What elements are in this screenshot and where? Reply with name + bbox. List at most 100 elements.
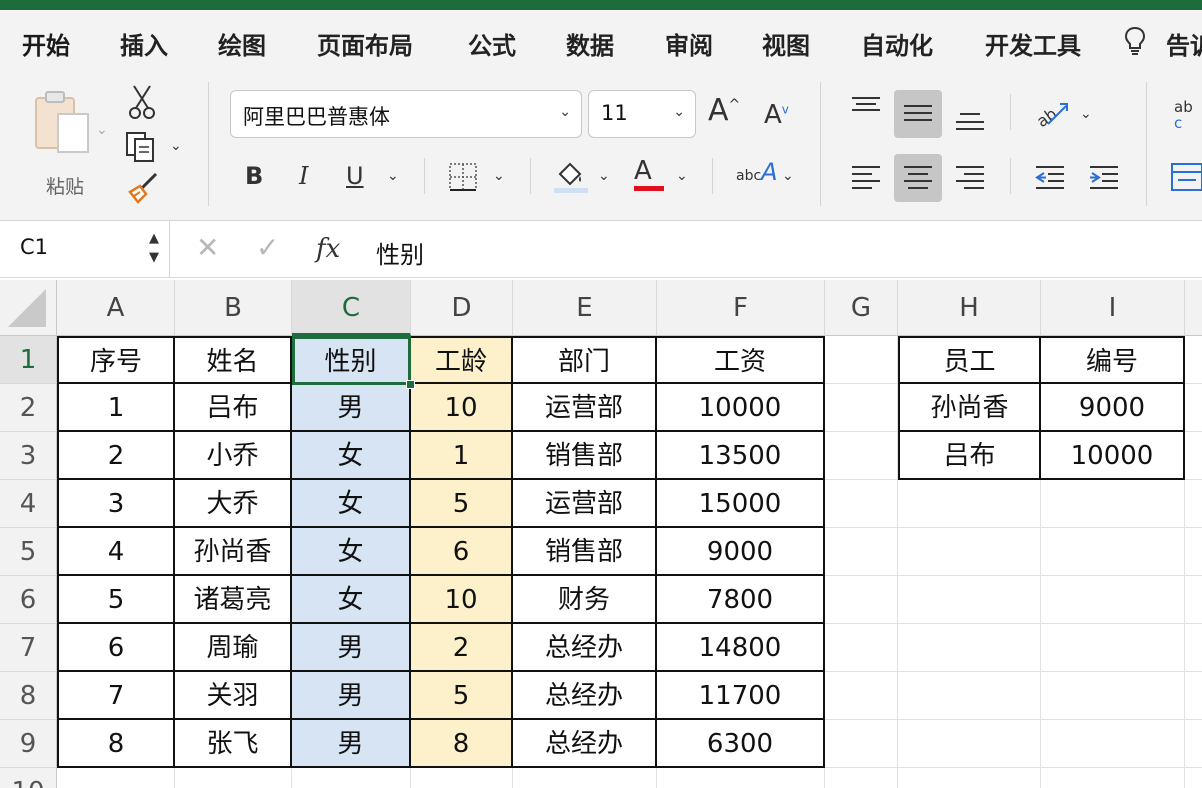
grid-cell[interactable] bbox=[1041, 720, 1185, 768]
table-cell[interactable]: 10 bbox=[411, 576, 513, 624]
grid-cell[interactable] bbox=[1185, 576, 1202, 624]
table-cell[interactable]: 10 bbox=[411, 384, 513, 432]
text-orientation-icon[interactable]: ab bbox=[1033, 96, 1072, 133]
grid-cell[interactable] bbox=[825, 480, 898, 528]
table-cell[interactable]: 6300 bbox=[657, 720, 825, 768]
cut-icon[interactable] bbox=[128, 84, 156, 123]
chevron-down-icon[interactable]: ⌄ bbox=[676, 168, 688, 184]
grid-cell[interactable] bbox=[1041, 672, 1185, 720]
row-header[interactable]: 6 bbox=[0, 576, 57, 624]
chevron-down-icon[interactable]: ⌄ bbox=[1080, 106, 1092, 122]
borders-icon[interactable] bbox=[448, 162, 478, 195]
grid-cell[interactable] bbox=[411, 768, 513, 788]
grid-cell[interactable] bbox=[1185, 336, 1202, 384]
row-header[interactable]: 2 bbox=[0, 384, 57, 432]
table-cell[interactable]: 总经办 bbox=[513, 624, 657, 672]
grid-cell[interactable] bbox=[1041, 480, 1185, 528]
table-header-cell[interactable]: 姓名 bbox=[175, 336, 292, 384]
table-header-cell[interactable]: 序号 bbox=[57, 336, 175, 384]
table-cell[interactable]: 4 bbox=[57, 528, 175, 576]
column-header[interactable]: D bbox=[411, 280, 513, 336]
table-header-cell[interactable]: 工龄 bbox=[411, 336, 513, 384]
table-cell[interactable]: 10000 bbox=[657, 384, 825, 432]
grid-cell[interactable] bbox=[898, 576, 1041, 624]
cancel-icon[interactable]: ✕ bbox=[196, 231, 219, 264]
table-cell[interactable]: 孙尚香 bbox=[175, 528, 292, 576]
table-cell[interactable]: 总经办 bbox=[513, 720, 657, 768]
wrap-text-icon[interactable]: ab c bbox=[1172, 98, 1202, 133]
table-cell[interactable]: 运营部 bbox=[513, 480, 657, 528]
grid-cell[interactable] bbox=[825, 528, 898, 576]
grid-cell[interactable] bbox=[825, 432, 898, 480]
align-top-icon[interactable] bbox=[850, 94, 882, 123]
table-header-cell[interactable]: 部门 bbox=[513, 336, 657, 384]
grid-cell[interactable] bbox=[57, 768, 175, 788]
merge-cells-icon[interactable] bbox=[1170, 162, 1202, 195]
table-cell[interactable]: 7800 bbox=[657, 576, 825, 624]
table-cell[interactable]: 5 bbox=[411, 480, 513, 528]
table-cell[interactable]: 6 bbox=[411, 528, 513, 576]
grid-cell[interactable] bbox=[175, 768, 292, 788]
tab-page-layout[interactable]: 页面布局 bbox=[317, 26, 413, 61]
column-header[interactable] bbox=[1185, 280, 1202, 336]
paste-button[interactable]: ⌄ 粘贴 bbox=[30, 86, 110, 198]
lookup-header-cell[interactable]: 员工 bbox=[898, 336, 1041, 384]
row-header[interactable]: 5 bbox=[0, 528, 57, 576]
table-cell[interactable]: 销售部 bbox=[513, 432, 657, 480]
table-cell[interactable]: 总经办 bbox=[513, 672, 657, 720]
chevron-down-icon[interactable]: ⌄ bbox=[170, 138, 182, 154]
row-header-selected[interactable]: 1 bbox=[0, 336, 57, 384]
font-size-select[interactable]: 11 ⌄ bbox=[588, 90, 696, 138]
align-left-icon[interactable] bbox=[850, 164, 882, 193]
name-box-stepper-icon[interactable]: ▲ ▼ bbox=[149, 229, 159, 267]
tab-review[interactable]: 审阅 bbox=[665, 26, 713, 61]
table-cell[interactable]: 周瑜 bbox=[175, 624, 292, 672]
increase-indent-icon[interactable] bbox=[1088, 164, 1120, 195]
grid-cell[interactable] bbox=[657, 768, 825, 788]
table-cell[interactable]: 14800 bbox=[657, 624, 825, 672]
grid-cell[interactable] bbox=[292, 768, 411, 788]
grid-cell[interactable] bbox=[898, 672, 1041, 720]
grid-cell[interactable] bbox=[898, 720, 1041, 768]
column-header[interactable]: F bbox=[657, 280, 825, 336]
grid-cell[interactable] bbox=[825, 768, 898, 788]
table-cell[interactable]: 5 bbox=[57, 576, 175, 624]
fill-color-icon[interactable] bbox=[554, 158, 588, 197]
tab-tell-me[interactable]: 告诉 bbox=[1166, 26, 1202, 61]
table-header-cell[interactable]: 工资 bbox=[657, 336, 825, 384]
font-name-select[interactable]: 阿里巴巴普惠体 ⌄ bbox=[230, 90, 582, 138]
format-painter-icon[interactable] bbox=[126, 170, 160, 209]
grid-cell[interactable] bbox=[1185, 720, 1202, 768]
grid-cell[interactable] bbox=[1185, 528, 1202, 576]
bold-icon[interactable]: B bbox=[245, 164, 263, 188]
tab-formulas[interactable]: 公式 bbox=[468, 26, 516, 61]
grid-cell[interactable] bbox=[898, 768, 1041, 788]
lookup-cell[interactable]: 孙尚香 bbox=[898, 384, 1041, 432]
grid-cell[interactable] bbox=[1041, 624, 1185, 672]
table-cell[interactable]: 财务 bbox=[513, 576, 657, 624]
tab-draw[interactable]: 绘图 bbox=[218, 26, 266, 61]
lookup-cell[interactable]: 10000 bbox=[1041, 432, 1185, 480]
table-cell[interactable]: 女 bbox=[292, 432, 411, 480]
table-cell[interactable]: 关羽 bbox=[175, 672, 292, 720]
grid-cell[interactable] bbox=[1185, 384, 1202, 432]
table-cell[interactable]: 8 bbox=[411, 720, 513, 768]
table-cell[interactable]: 小乔 bbox=[175, 432, 292, 480]
tab-insert[interactable]: 插入 bbox=[120, 26, 168, 61]
chevron-down-icon[interactable]: ⌄ bbox=[782, 168, 794, 184]
increase-font-size-icon[interactable]: A^ bbox=[708, 96, 740, 126]
table-cell[interactable]: 9000 bbox=[657, 528, 825, 576]
grid-cell[interactable] bbox=[1185, 672, 1202, 720]
row-header[interactable]: 3 bbox=[0, 432, 57, 480]
copy-icon[interactable] bbox=[124, 130, 160, 167]
table-cell[interactable]: 11700 bbox=[657, 672, 825, 720]
italic-icon[interactable]: I bbox=[299, 164, 308, 188]
table-header-cell[interactable]: 性别 bbox=[292, 336, 411, 384]
column-header[interactable]: A bbox=[57, 280, 175, 336]
formula-input[interactable]: 性别 bbox=[376, 235, 424, 270]
column-header[interactable]: E bbox=[513, 280, 657, 336]
row-header[interactable]: 4 bbox=[0, 480, 57, 528]
name-box[interactable]: C1 ▲ ▼ bbox=[0, 221, 170, 277]
chevron-down-icon[interactable]: ⌄ bbox=[387, 168, 399, 184]
lookup-cell[interactable]: 9000 bbox=[1041, 384, 1185, 432]
